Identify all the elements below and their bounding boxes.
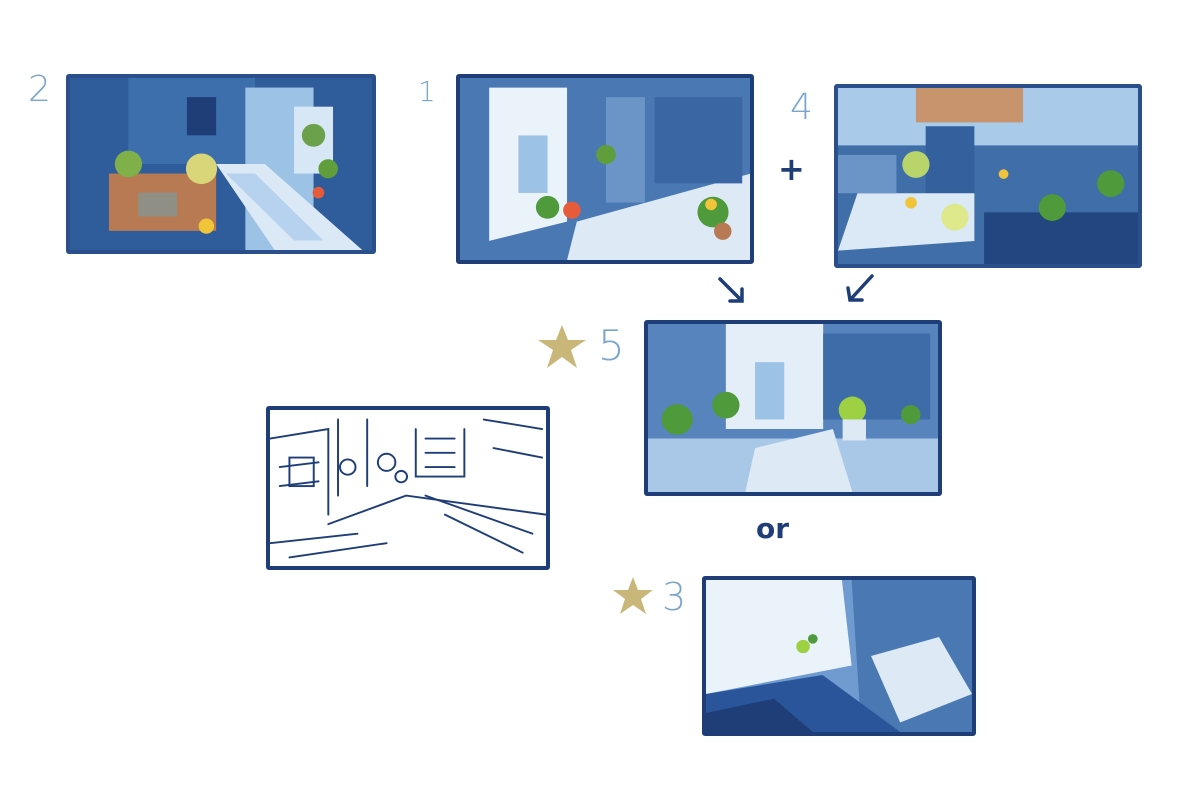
star-icon — [538, 325, 586, 368]
thumbnail-number-4: 4 — [790, 87, 813, 128]
thumbnail-2-colored-stairway[interactable] — [66, 74, 376, 254]
arrow-down-icon — [718, 277, 744, 303]
thumbnail-number-1: 1 — [418, 75, 436, 108]
thumbnail-3-high-angle[interactable] — [702, 576, 976, 736]
thumbnail-number-2: 2 — [28, 69, 51, 110]
thumbnail-number-3: 3 — [662, 575, 687, 619]
arrow-down-icon — [846, 274, 874, 302]
or-label: or — [756, 512, 790, 545]
thumbnail-line-sketch[interactable] — [266, 406, 550, 570]
star-icon — [613, 577, 653, 614]
plus-sign: + — [778, 150, 805, 188]
thumbnail-4-market-street[interactable] — [834, 84, 1142, 268]
thumbnail-5-combined[interactable] — [644, 320, 942, 496]
thumbnail-number-5: 5 — [598, 321, 625, 370]
thumbnail-1-blue-alley[interactable] — [456, 74, 754, 264]
